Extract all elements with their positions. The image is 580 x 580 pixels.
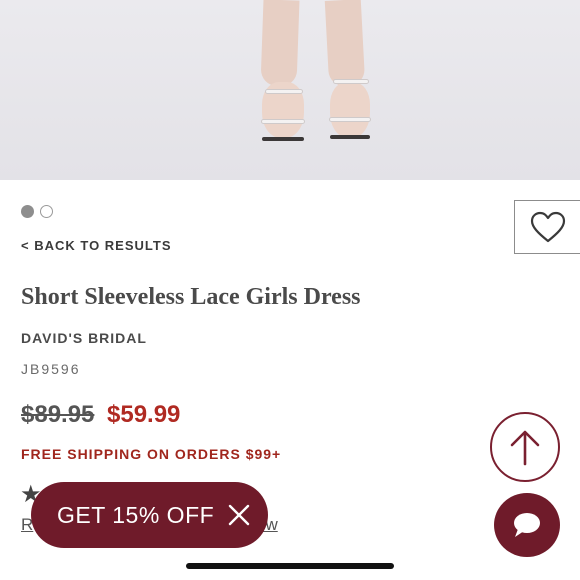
gallery-dot[interactable] bbox=[40, 205, 53, 218]
product-sku: JB9596 bbox=[21, 361, 81, 377]
back-to-results-link[interactable]: < BACK TO RESULTS bbox=[21, 238, 172, 253]
sandal-strap bbox=[330, 118, 370, 121]
sandal-strap bbox=[266, 90, 302, 93]
product-brand[interactable]: DAVID'S BRIDAL bbox=[21, 330, 147, 346]
sandal-sole bbox=[262, 137, 304, 141]
favorite-button[interactable] bbox=[514, 200, 580, 254]
close-icon[interactable] bbox=[226, 502, 252, 528]
sandal-strap bbox=[334, 80, 368, 83]
chat-button[interactable] bbox=[494, 493, 560, 557]
chat-bubble-icon bbox=[514, 513, 540, 537]
promo-banner[interactable]: GET 15% OFF bbox=[31, 482, 268, 548]
right-foot bbox=[330, 82, 370, 138]
sandal-sole bbox=[330, 135, 370, 139]
right-leg bbox=[324, 0, 366, 87]
free-shipping-banner: FREE SHIPPING ON ORDERS $99+ bbox=[21, 446, 282, 462]
scroll-to-top-button[interactable] bbox=[490, 412, 560, 482]
home-indicator bbox=[186, 563, 394, 569]
gallery-pagination bbox=[21, 205, 53, 218]
product-title: Short Sleeveless Lace Girls Dress bbox=[21, 284, 361, 310]
arrow-up-icon bbox=[510, 430, 540, 466]
promo-label[interactable]: GET 15% OFF bbox=[57, 502, 226, 529]
sandal-strap bbox=[262, 120, 304, 123]
heart-icon bbox=[530, 211, 565, 243]
gallery-dot-active[interactable] bbox=[21, 205, 34, 218]
original-price: $89.95 bbox=[21, 401, 95, 428]
sale-price: $59.99 bbox=[107, 401, 181, 428]
product-image[interactable] bbox=[0, 0, 580, 180]
left-leg bbox=[260, 0, 300, 87]
